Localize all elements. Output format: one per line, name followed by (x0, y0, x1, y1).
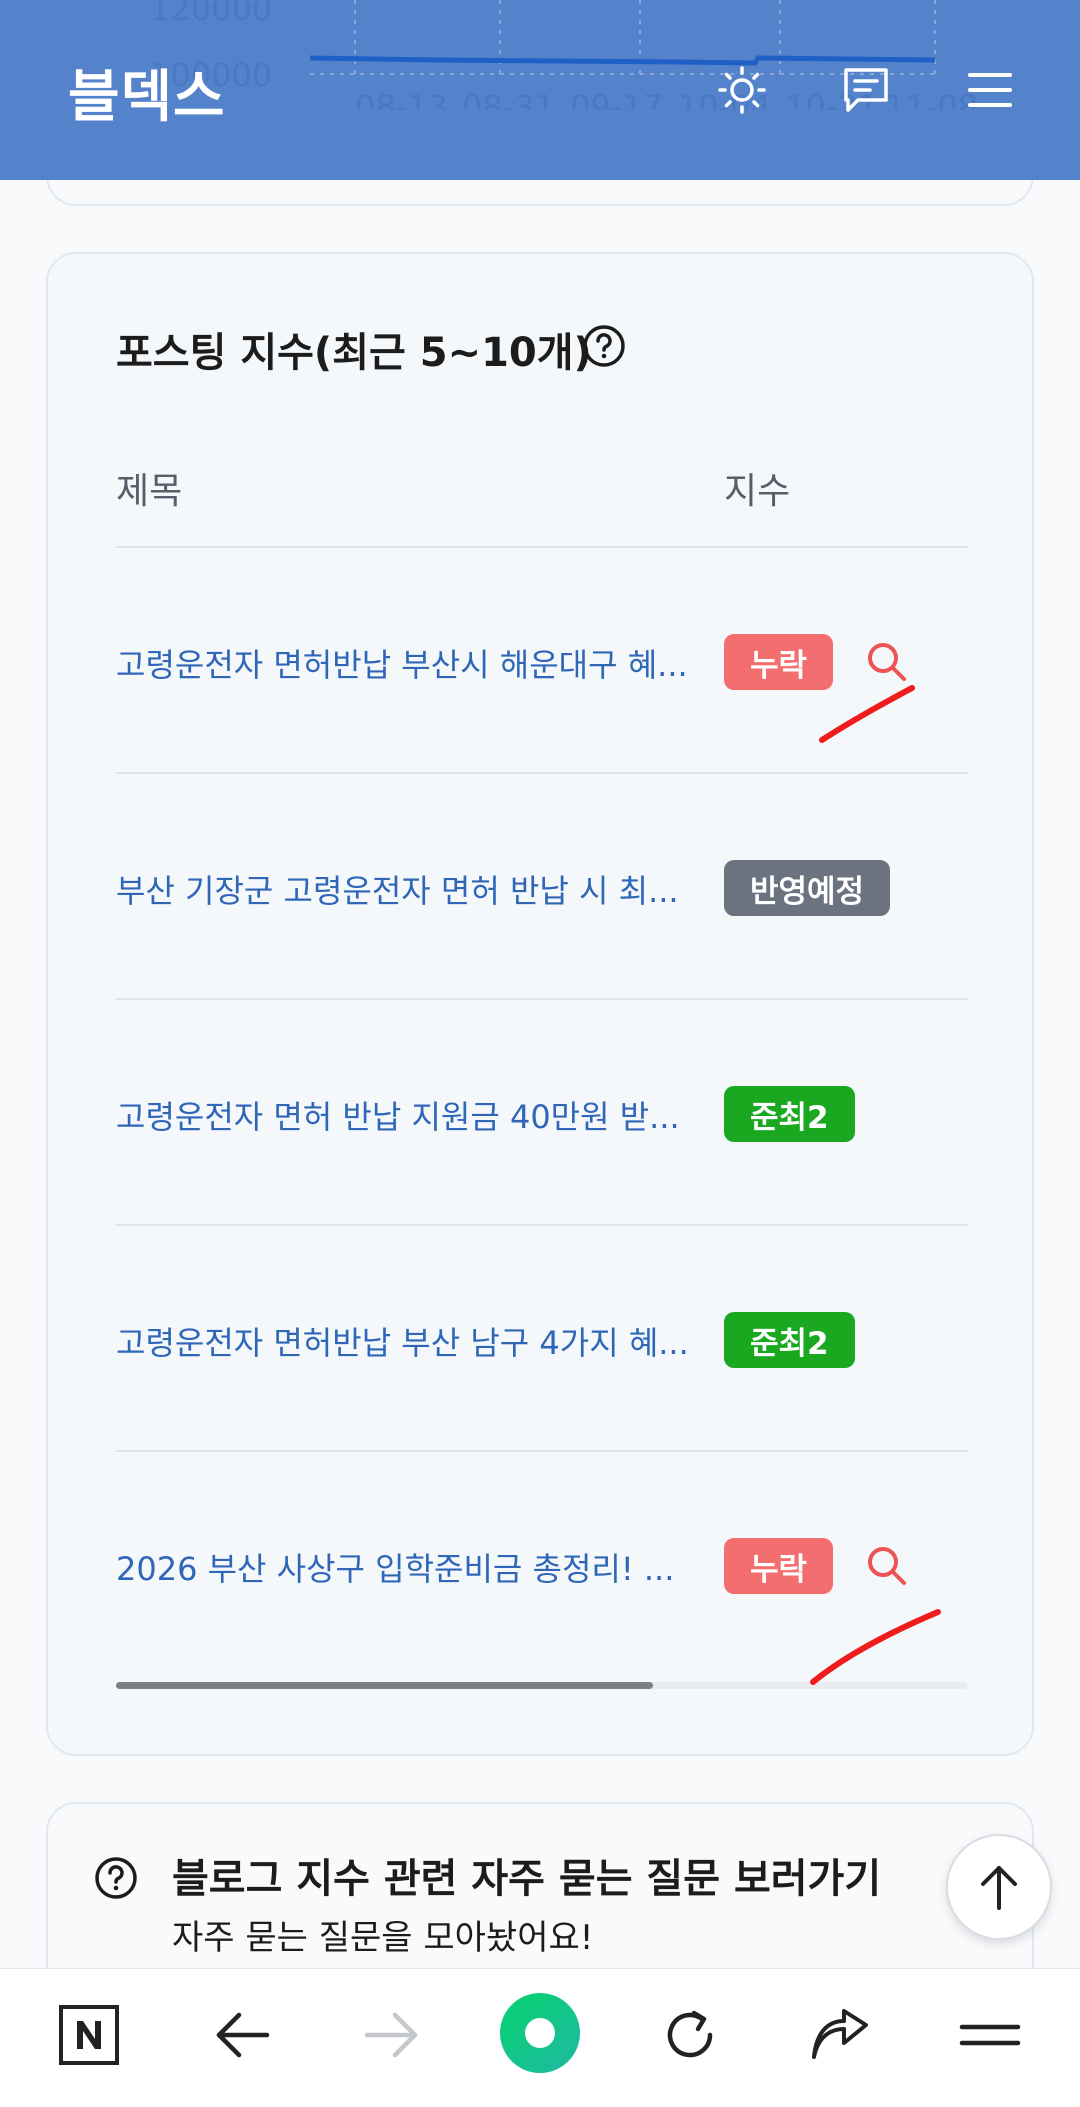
column-header-index: 지수 (724, 471, 791, 512)
naver-home-icon[interactable] (49, 1995, 129, 2075)
index-badge: 누락 (724, 1538, 834, 1594)
scroll-to-top-button[interactable] (946, 1834, 1052, 1940)
search-icon[interactable] (864, 1543, 910, 1589)
posting-index-card: 포스팅 지수(최근 5~10개) 제목 지수 고령운전자 면허반납 부산시 해운… (46, 252, 1034, 1756)
help-icon[interactable] (582, 324, 626, 368)
share-icon[interactable] (800, 1995, 880, 2075)
post-title-link[interactable]: 고령운전자 면허 반납 지원금 40만원 받... (116, 1092, 680, 1138)
post-title-link[interactable]: 고령운전자 면허반납 부산시 해운대구 혜... (116, 640, 688, 686)
divider (116, 1450, 968, 1452)
theme-toggle-icon[interactable] (714, 62, 770, 118)
post-title-link[interactable]: 고령운전자 면허반납 부산 남구 4가지 혜... (116, 1318, 689, 1364)
index-badge: 반영예정 (724, 860, 891, 916)
post-title-link[interactable]: 부산 기장군 고령운전자 면허 반납 시 최... (116, 866, 679, 912)
brand-logo[interactable]: 블덱스 (68, 52, 226, 133)
horizontal-scrollbar[interactable] (116, 1682, 968, 1689)
divider (116, 1224, 968, 1226)
chat-icon[interactable] (838, 62, 894, 118)
more-menu-icon[interactable] (950, 1995, 1030, 2075)
post-title-link[interactable]: 2026 부산 사상구 입학준비금 총정리! ... (116, 1544, 674, 1590)
index-badge: 누락 (724, 634, 834, 690)
browser-bottom-bar (0, 1968, 1080, 2107)
index-badge: 준최2 (724, 1312, 855, 1368)
divider (116, 998, 968, 1000)
divider (116, 772, 968, 774)
top-header: 블덱스 (0, 0, 1080, 180)
menu-icon[interactable] (962, 62, 1018, 118)
refresh-icon[interactable] (650, 1995, 730, 2075)
help-icon (94, 1856, 138, 1900)
scrollbar-thumb[interactable] (116, 1682, 653, 1689)
divider (116, 546, 968, 548)
index-badge: 준최2 (724, 1086, 855, 1142)
forward-arrow-icon[interactable] (351, 1995, 431, 2075)
search-icon[interactable] (864, 639, 910, 685)
naver-green-dot-icon[interactable] (498, 1991, 582, 2075)
arrow-up-icon (981, 1866, 1017, 1910)
column-header-title: 제목 (116, 471, 183, 512)
back-arrow-icon[interactable] (203, 1995, 283, 2075)
faq-subtitle: 자주 묻는 질문을 모아놨어요! (172, 1918, 594, 1958)
card-title: 포스팅 지수(최근 5~10개) (116, 330, 592, 376)
faq-title[interactable]: 블로그 지수 관련 자주 묻는 질문 보러가기 (172, 1846, 881, 1904)
